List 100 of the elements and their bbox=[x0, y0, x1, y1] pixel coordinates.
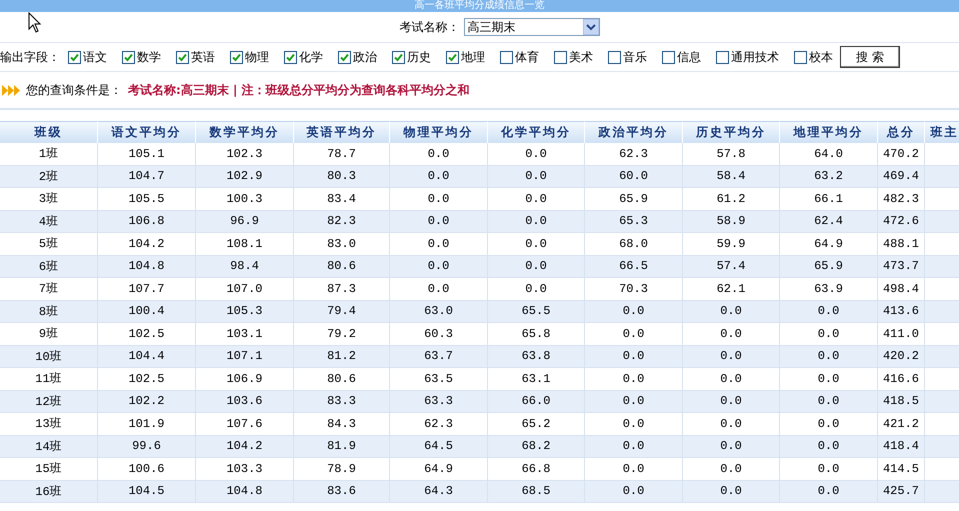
column-header: 地理平均分 bbox=[780, 121, 878, 143]
table-cell: 63.5 bbox=[390, 368, 488, 390]
column-header: 政治平均分 bbox=[585, 121, 683, 143]
table-cell: 64.5 bbox=[390, 436, 488, 458]
checkbox[interactable] bbox=[662, 50, 675, 64]
table-cell: 5班 bbox=[0, 233, 98, 256]
table-cell: 107.7 bbox=[98, 278, 196, 300]
table-cell: 0.0 bbox=[585, 480, 683, 503]
fields-label: 输出字段： bbox=[0, 48, 60, 66]
table-cell: 0.0 bbox=[780, 480, 878, 503]
checkbox[interactable] bbox=[500, 50, 513, 64]
table-cell: 98.4 bbox=[196, 256, 294, 278]
checkbox-label: 通用技术 bbox=[731, 48, 779, 66]
checkbox[interactable] bbox=[230, 50, 243, 64]
table-cell: 4班 bbox=[0, 210, 98, 233]
table-cell: 65.8 bbox=[488, 323, 585, 346]
table-cell: 102.2 bbox=[98, 390, 196, 413]
table-cell: 106.8 bbox=[98, 210, 196, 233]
table-cell: 60.0 bbox=[585, 166, 683, 188]
table-cell bbox=[925, 300, 959, 323]
table-cell: 82.3 bbox=[294, 210, 390, 233]
table-cell: 83.6 bbox=[294, 480, 390, 503]
checkbox[interactable] bbox=[392, 50, 405, 64]
checkbox-label: 语文 bbox=[83, 48, 107, 66]
table-cell: 66.0 bbox=[488, 390, 585, 413]
table-cell: 498.4 bbox=[878, 278, 925, 300]
table-cell: 0.0 bbox=[585, 300, 683, 323]
exam-select[interactable]: 高三期末 bbox=[464, 18, 600, 36]
table-cell: 2班 bbox=[0, 166, 98, 188]
table-cell: 58.4 bbox=[683, 166, 780, 188]
table-cell: 102.5 bbox=[98, 323, 196, 346]
table-cell: 0.0 bbox=[390, 166, 488, 188]
table-cell: 100.3 bbox=[196, 188, 294, 210]
checkbox-label: 美术 bbox=[569, 48, 593, 66]
checkbox[interactable] bbox=[446, 50, 459, 64]
table-cell: 0.0 bbox=[390, 188, 488, 210]
arrows-icon bbox=[2, 84, 20, 96]
table-cell: 425.7 bbox=[878, 480, 925, 503]
table-cell: 421.2 bbox=[878, 413, 925, 436]
table-cell: 99.6 bbox=[98, 436, 196, 458]
table-cell: 80.6 bbox=[294, 368, 390, 390]
table-cell: 0.0 bbox=[780, 390, 878, 413]
table-cell: 105.3 bbox=[196, 300, 294, 323]
table-cell: 416.6 bbox=[878, 368, 925, 390]
table-cell: 79.2 bbox=[294, 323, 390, 346]
table-cell: 0.0 bbox=[390, 233, 488, 256]
table-cell: 413.6 bbox=[878, 300, 925, 323]
checkbox-label: 地理 bbox=[461, 48, 485, 66]
table-cell: 11班 bbox=[0, 368, 98, 390]
checkbox[interactable] bbox=[794, 50, 807, 64]
table-cell: 68.0 bbox=[585, 233, 683, 256]
table-cell: 0.0 bbox=[488, 256, 585, 278]
table-cell: 63.9 bbox=[780, 278, 878, 300]
table-cell bbox=[925, 210, 959, 233]
table-cell: 104.7 bbox=[98, 166, 196, 188]
table-cell: 104.2 bbox=[196, 436, 294, 458]
table-cell: 9班 bbox=[0, 323, 98, 346]
table-cell: 0.0 bbox=[585, 413, 683, 436]
table-cell: 104.4 bbox=[98, 346, 196, 368]
table-cell: 0.0 bbox=[390, 256, 488, 278]
table-cell: 3班 bbox=[0, 188, 98, 210]
table-cell: 84.3 bbox=[294, 413, 390, 436]
table-cell: 14班 bbox=[0, 436, 98, 458]
table-cell: 0.0 bbox=[683, 413, 780, 436]
dropdown-arrow-icon[interactable] bbox=[582, 19, 598, 35]
checkbox[interactable] bbox=[176, 50, 189, 64]
table-cell: 0.0 bbox=[488, 188, 585, 210]
table-cell: 80.6 bbox=[294, 256, 390, 278]
table-cell: 107.1 bbox=[196, 346, 294, 368]
table-cell: 469.4 bbox=[878, 166, 925, 188]
table-cell: 104.8 bbox=[98, 256, 196, 278]
checkbox[interactable] bbox=[68, 50, 81, 64]
table-cell bbox=[925, 480, 959, 503]
table-cell: 0.0 bbox=[585, 458, 683, 480]
checkbox[interactable] bbox=[338, 50, 351, 64]
table-cell: 0.0 bbox=[390, 143, 488, 166]
table-cell: 83.0 bbox=[294, 233, 390, 256]
table-cell: 0.0 bbox=[585, 436, 683, 458]
table-cell: 0.0 bbox=[585, 368, 683, 390]
table-cell: 59.9 bbox=[683, 233, 780, 256]
checkbox[interactable] bbox=[122, 50, 135, 64]
table-cell: 0.0 bbox=[585, 390, 683, 413]
table-cell: 0.0 bbox=[488, 278, 585, 300]
table-cell: 104.2 bbox=[98, 233, 196, 256]
table-cell: 418.4 bbox=[878, 436, 925, 458]
table-cell: 0.0 bbox=[780, 413, 878, 436]
table-cell: 104.8 bbox=[196, 480, 294, 503]
table-cell: 0.0 bbox=[585, 346, 683, 368]
table-cell: 12班 bbox=[0, 390, 98, 413]
checkbox[interactable] bbox=[608, 50, 621, 64]
search-button[interactable]: 搜 索 bbox=[840, 46, 900, 68]
checkbox[interactable] bbox=[716, 50, 729, 64]
table-cell: 65.9 bbox=[780, 256, 878, 278]
table-cell: 103.3 bbox=[196, 458, 294, 480]
checkbox[interactable] bbox=[554, 50, 567, 64]
table-cell: 102.3 bbox=[196, 143, 294, 166]
table-cell: 0.0 bbox=[683, 436, 780, 458]
checkbox[interactable] bbox=[284, 50, 297, 64]
table-cell: 103.1 bbox=[196, 323, 294, 346]
table-cell: 0.0 bbox=[683, 323, 780, 346]
